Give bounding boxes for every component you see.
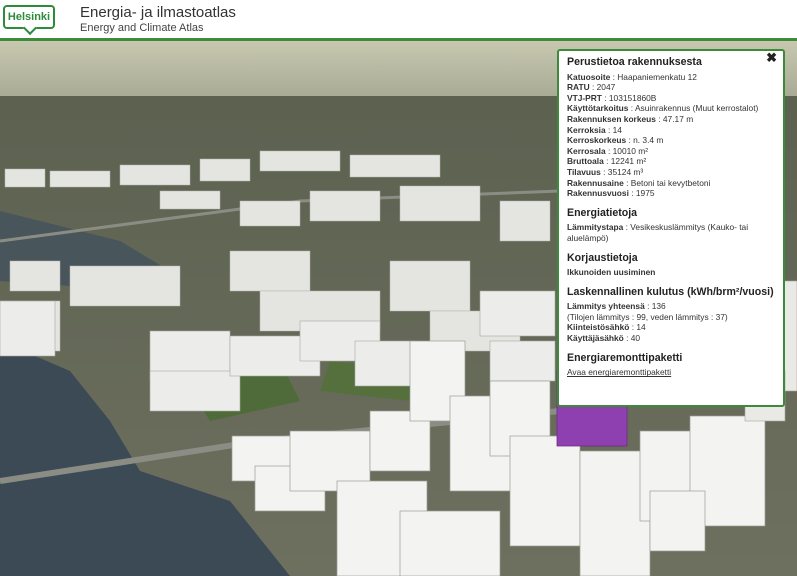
- basic-info-row: Rakennusvuosi : 1975: [567, 188, 775, 199]
- basic-info-value: : 12241 m²: [606, 156, 647, 167]
- heating-detail: (Tilojen lämmitys : 99, veden lämmitys :…: [567, 311, 728, 322]
- basic-info-label: Käyttötarkoitus: [567, 103, 629, 114]
- basic-info-row: Bruttoala : 12241 m²: [567, 156, 775, 167]
- basic-info-row: Kerroksia : 14: [567, 125, 775, 136]
- renovation-link[interactable]: Avaa energiaremonttipaketti: [567, 367, 671, 377]
- user-electricity-row: Käyttäjäsähkö : 40: [567, 333, 775, 344]
- basic-info-list: Katuosoite : Haapaniemenkatu 12 RATU : 20…: [567, 72, 775, 199]
- property-electricity-row: Kiinteistösähkö : 14: [567, 322, 775, 333]
- basic-info-row: Kerroskorkeus : n. 3.4 m: [567, 135, 775, 146]
- basic-info-row: Kerrosala : 10010 m²: [567, 146, 775, 157]
- user-electricity-label: Käyttäjäsähkö: [567, 333, 624, 344]
- repairs-heading: Korjaustietoja: [567, 251, 638, 264]
- basic-info-label: Rakennusaine: [567, 177, 624, 188]
- app-title-fi: Energia- ja ilmastoatlas: [80, 4, 236, 21]
- helsinki-logo[interactable]: Helsinki: [3, 5, 55, 29]
- basic-info-value: : Asuinrakennus (Muut kerrostalot): [630, 103, 759, 114]
- basic-info-label: Rakennusvuosi: [567, 188, 629, 199]
- basic-info-label: Kerroksia: [567, 124, 606, 135]
- basic-info-value: : 35124 m³: [603, 166, 644, 177]
- basic-info-value: : Haapaniemenkatu 12: [612, 71, 697, 82]
- heating-method-label: Lämmitystapa: [567, 222, 624, 233]
- basic-info-label: Katuosoite: [567, 71, 611, 82]
- close-icon[interactable]: ✖: [766, 51, 777, 64]
- basic-info-value: : 1975: [631, 188, 655, 199]
- app-title-en: Energy and Climate Atlas: [80, 22, 204, 34]
- renovation-heading: Energiaremonttipaketti: [567, 351, 683, 364]
- basic-info-heading: Perustietoa rakennuksesta: [567, 56, 702, 68]
- basic-info-row: Käyttötarkoitus : Asuinrakennus (Muut ke…: [567, 103, 775, 114]
- basic-info-value: : 103151860B: [604, 92, 657, 103]
- basic-info-label: Rakennuksen korkeus: [567, 113, 656, 124]
- basic-info-value: : Betoni tai kevytbetoni: [626, 177, 711, 188]
- basic-info-row: Tilavuus : 35124 m³: [567, 167, 775, 178]
- basic-info-value: : 2047: [591, 82, 616, 93]
- basic-info-label: Kerroskorkeus: [567, 135, 627, 146]
- basic-info-row: VTJ-PRT : 103151860B: [567, 93, 775, 104]
- property-electricity-label: Kiinteistösähkö: [567, 322, 630, 333]
- heating-total-row: Lämmitys yhteensä : 136: [567, 301, 775, 312]
- basic-info-value: : 14: [607, 124, 622, 135]
- basic-info-value: : 47.17 m: [658, 113, 694, 124]
- basic-info-row: Rakennuksen korkeus : 47.17 m: [567, 114, 775, 125]
- property-electricity-value: : 14: [631, 322, 646, 333]
- repairs-value: Ikkunoiden uusiminen: [567, 267, 656, 278]
- basic-info-label: VTJ-PRT: [567, 92, 602, 103]
- basic-info-row: RATU : 2047: [567, 82, 775, 93]
- basic-info-label: Tilavuus: [567, 166, 601, 177]
- building-info-popup: ✖ Perustietoa rakennuksesta Katuosoite :…: [557, 49, 785, 407]
- basic-info-row: Katuosoite : Haapaniemenkatu 12: [567, 72, 775, 83]
- basic-info-value: : 10010 m²: [607, 145, 649, 156]
- basic-info-value: : n. 3.4 m: [628, 135, 664, 146]
- consumption-heading: Laskennallinen kulutus (kWh/brm²/vuosi): [567, 285, 774, 298]
- heating-total-label: Lämmitys yhteensä: [567, 301, 645, 312]
- app-header: Helsinki Energia- ja ilmastoatlas Energy…: [0, 0, 797, 41]
- basic-info-label: RATU: [567, 82, 590, 93]
- basic-info-label: Bruttoala: [567, 156, 604, 167]
- basic-info-row: Rakennusaine : Betoni tai kevytbetoni: [567, 178, 775, 189]
- basic-info-label: Kerrosala: [567, 145, 606, 156]
- heating-total-value: : 136: [647, 301, 666, 312]
- heating-method-row: Lämmitystapa : Vesikeskuslämmitys (Kauko…: [567, 222, 775, 243]
- user-electricity-value: : 40: [626, 333, 641, 344]
- energy-info-heading: Energiatietoja: [567, 206, 638, 219]
